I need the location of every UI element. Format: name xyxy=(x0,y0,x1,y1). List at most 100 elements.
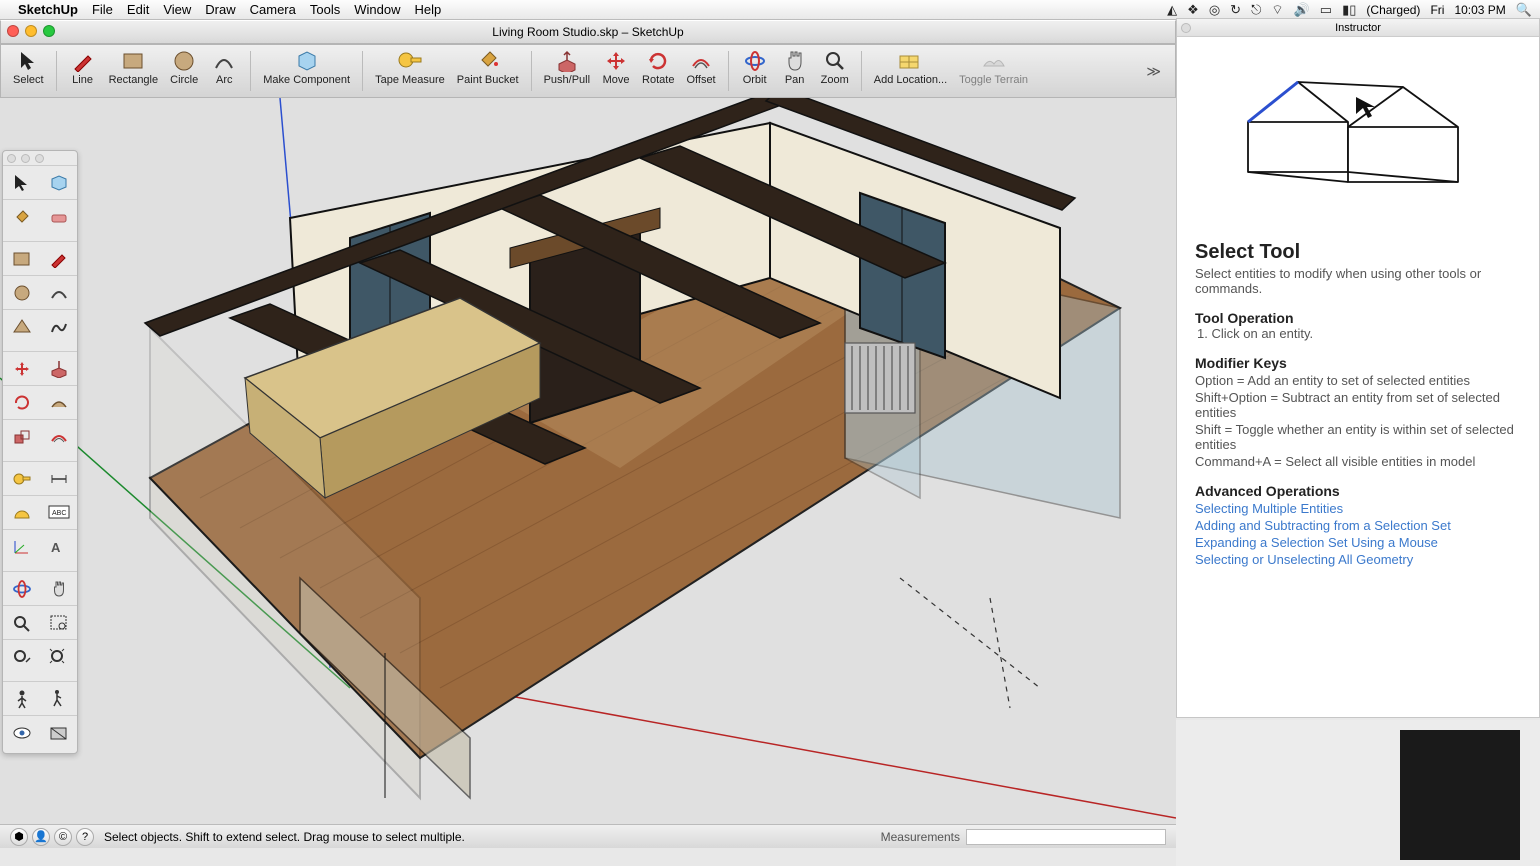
palette-zoom[interactable] xyxy=(3,605,40,639)
window-zoom-button[interactable] xyxy=(43,25,55,37)
spotlight-icon[interactable]: 🔍 xyxy=(1516,2,1532,18)
menubar-day[interactable]: Fri xyxy=(1430,3,1444,17)
palette-paint-bucket[interactable] xyxy=(3,199,40,233)
palette-follow-me[interactable] xyxy=(40,385,77,419)
menubar-time[interactable]: 10:03 PM xyxy=(1454,3,1505,17)
osx-menubar[interactable]: SketchUp File Edit View Draw Camera Tool… xyxy=(0,0,1540,20)
instructor-close-button[interactable] xyxy=(1181,23,1191,33)
menu-camera[interactable]: Camera xyxy=(250,2,296,17)
backup-icon[interactable]: ◎ xyxy=(1209,2,1220,18)
menu-view[interactable]: View xyxy=(163,2,191,17)
main-toolbar: Select Line Rectangle Circle Arc Make Co… xyxy=(0,44,1176,98)
terrain-icon xyxy=(980,48,1008,74)
palette-select[interactable] xyxy=(3,165,40,199)
tool-orbit[interactable]: Orbit xyxy=(735,46,775,96)
palette-position-camera[interactable] xyxy=(3,681,40,715)
palette-freehand[interactable] xyxy=(40,309,77,343)
tool-circle[interactable]: Circle xyxy=(164,46,204,96)
palette-axes[interactable] xyxy=(3,529,40,563)
palette-arc[interactable] xyxy=(40,275,77,309)
palette-rotate[interactable] xyxy=(3,385,40,419)
palette-polygon[interactable] xyxy=(3,309,40,343)
palette-titlebar[interactable] xyxy=(3,151,77,165)
palette-dimensions[interactable] xyxy=(40,461,77,495)
menu-help[interactable]: Help xyxy=(414,2,441,17)
menubar-appname[interactable]: SketchUp xyxy=(18,2,78,17)
palette-zoom-extents[interactable] xyxy=(40,639,77,673)
tool-tape-measure[interactable]: Tape Measure xyxy=(369,46,451,96)
window-close-button[interactable] xyxy=(7,25,19,37)
menu-tools[interactable]: Tools xyxy=(310,2,340,17)
toolbar-separator xyxy=(250,51,251,91)
volume-icon[interactable]: 🔊 xyxy=(1294,2,1310,18)
tool-palette[interactable]: ABC A xyxy=(2,150,78,754)
battery-icon[interactable]: ▮▯ xyxy=(1342,2,1356,18)
tool-paint-bucket[interactable]: Paint Bucket xyxy=(451,46,525,96)
palette-circle[interactable] xyxy=(3,275,40,309)
menu-draw[interactable]: Draw xyxy=(205,2,235,17)
sync-icon[interactable]: ❖ xyxy=(1187,2,1199,18)
tool-make-component[interactable]: Make Component xyxy=(257,46,356,96)
status-person-icon[interactable]: 👤 xyxy=(32,828,50,846)
rectangle-icon xyxy=(119,48,147,74)
instructor-titlebar[interactable]: Instructor xyxy=(1177,19,1539,37)
status-geo-icon[interactable]: ⬢ xyxy=(10,828,28,846)
palette-tape-measure[interactable] xyxy=(3,461,40,495)
window-titlebar[interactable]: Living Room Studio.skp – SketchUp xyxy=(0,20,1176,44)
menu-window[interactable]: Window xyxy=(354,2,400,17)
bluetooth-icon[interactable]: ⎋ xyxy=(1251,2,1261,18)
palette-walk[interactable] xyxy=(40,681,77,715)
gdrive-icon[interactable]: ◭ xyxy=(1167,2,1177,18)
palette-push-pull[interactable] xyxy=(40,351,77,385)
status-help-icon[interactable]: ? xyxy=(76,828,94,846)
tool-arc[interactable]: Arc xyxy=(204,46,244,96)
status-credits-icon[interactable]: © xyxy=(54,828,72,846)
palette-text[interactable]: ABC xyxy=(40,495,77,529)
measurements-input[interactable] xyxy=(966,829,1166,845)
tool-pan[interactable]: Pan xyxy=(775,46,815,96)
palette-pencil[interactable] xyxy=(40,241,77,275)
tool-move[interactable]: Move xyxy=(596,46,636,96)
palette-zoom-window[interactable] xyxy=(40,605,77,639)
palette-look-around[interactable] xyxy=(3,715,40,749)
palette-section-plane[interactable] xyxy=(40,715,77,749)
toolbar-overflow-icon[interactable]: ≫ xyxy=(1146,63,1169,80)
palette-rectangle[interactable] xyxy=(3,241,40,275)
palette-make-component[interactable] xyxy=(40,165,77,199)
instructor-link[interactable]: Selecting or Unselecting All Geometry xyxy=(1195,552,1521,567)
tool-add-location[interactable]: Add Location... xyxy=(868,46,953,96)
display-icon[interactable]: ▭ xyxy=(1320,2,1332,18)
model-viewport[interactable] xyxy=(0,98,1176,824)
tool-label: Arc xyxy=(216,74,233,86)
window-title: Living Room Studio.skp – SketchUp xyxy=(492,25,683,39)
tool-offset[interactable]: Offset xyxy=(680,46,721,96)
wifi-icon[interactable]: ⌔ xyxy=(1271,2,1283,18)
instructor-title: Instructor xyxy=(1335,22,1381,34)
palette-protractor[interactable] xyxy=(3,495,40,529)
clock-icon[interactable]: ↻ xyxy=(1230,2,1241,18)
instructor-op-heading: Tool Operation xyxy=(1195,310,1521,326)
palette-move[interactable] xyxy=(3,351,40,385)
tool-rectangle[interactable]: Rectangle xyxy=(103,46,165,96)
palette-eraser[interactable] xyxy=(40,199,77,233)
tool-toggle-terrain[interactable]: Toggle Terrain xyxy=(953,46,1034,96)
menu-edit[interactable]: Edit xyxy=(127,2,149,17)
palette-orbit[interactable] xyxy=(3,571,40,605)
tool-zoom[interactable]: Zoom xyxy=(815,46,855,96)
window-traffic-lights xyxy=(7,25,55,37)
palette-offset[interactable] xyxy=(40,419,77,453)
palette-3d-text[interactable]: A xyxy=(40,529,77,563)
palette-pan[interactable] xyxy=(40,571,77,605)
palette-previous[interactable] xyxy=(3,639,40,673)
instructor-link[interactable]: Adding and Subtracting from a Selection … xyxy=(1195,518,1521,533)
tool-rotate[interactable]: Rotate xyxy=(636,46,680,96)
tool-push-pull[interactable]: Push/Pull xyxy=(538,46,596,96)
palette-scale[interactable] xyxy=(3,419,40,453)
window-minimize-button[interactable] xyxy=(25,25,37,37)
tool-line[interactable]: Line xyxy=(63,46,103,96)
instructor-link[interactable]: Selecting Multiple Entities xyxy=(1195,501,1521,516)
instructor-link[interactable]: Expanding a Selection Set Using a Mouse xyxy=(1195,535,1521,550)
instructor-mk-3: Shift = Toggle whether an entity is with… xyxy=(1195,422,1521,452)
tool-select[interactable]: Select xyxy=(7,46,50,96)
menu-file[interactable]: File xyxy=(92,2,113,17)
